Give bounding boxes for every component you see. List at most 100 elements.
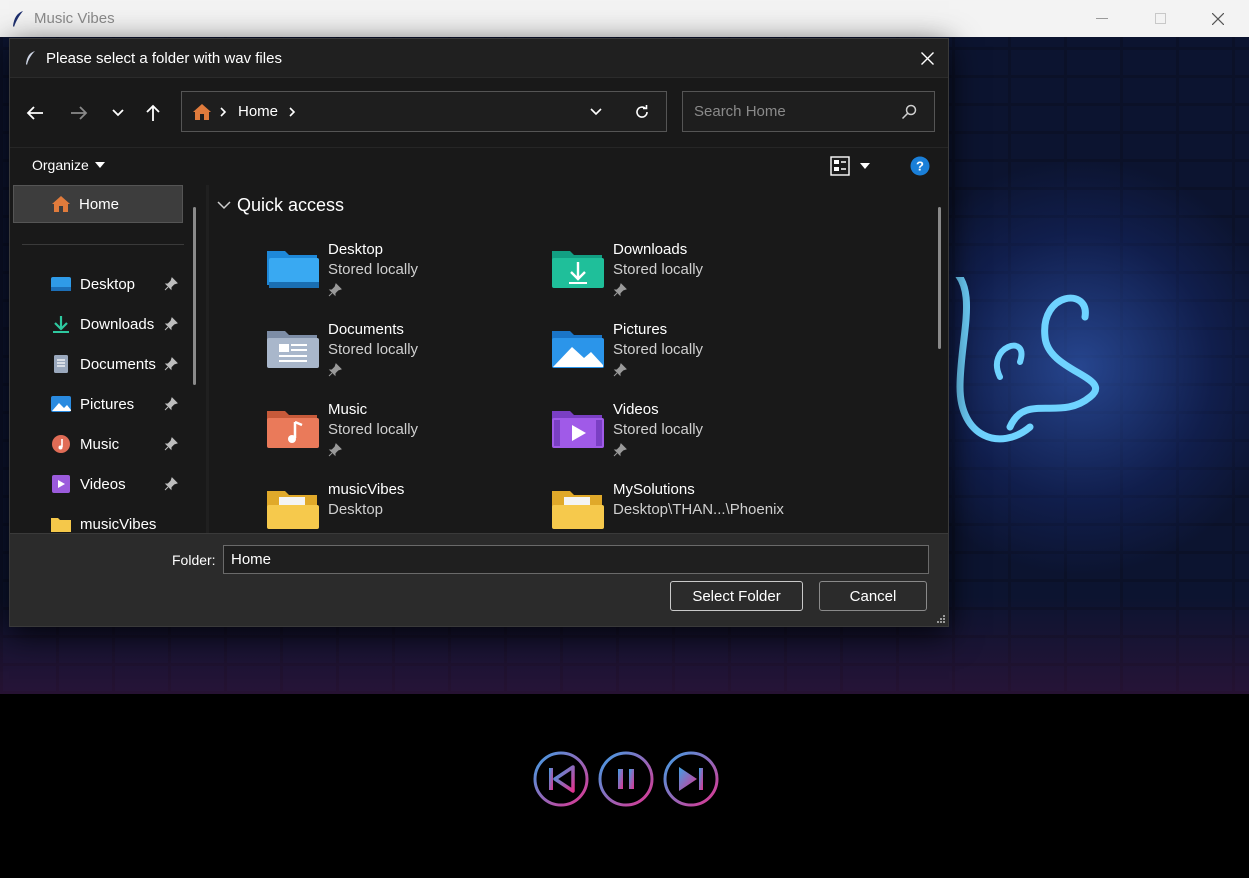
arrow-up-icon bbox=[146, 104, 160, 121]
resize-grip-icon[interactable] bbox=[936, 614, 946, 624]
cancel-button[interactable]: Cancel bbox=[819, 581, 927, 611]
forward-button[interactable] bbox=[64, 98, 94, 128]
back-button[interactable] bbox=[20, 98, 50, 128]
sidebar-item-label: Documents bbox=[80, 355, 156, 373]
sidebar-item-videos[interactable]: Videos bbox=[50, 469, 190, 499]
item-name: Videos bbox=[613, 401, 659, 418]
address-bar[interactable]: Home bbox=[181, 91, 667, 132]
music-icon bbox=[52, 435, 70, 453]
downloads-folder-icon bbox=[552, 251, 604, 288]
breadcrumb-home[interactable]: Home bbox=[238, 103, 278, 120]
arrow-right-icon bbox=[71, 106, 88, 120]
maximize-icon bbox=[1154, 13, 1166, 24]
previous-icon bbox=[533, 751, 589, 807]
sidebar-item-label: Pictures bbox=[80, 395, 135, 413]
organize-menu[interactable]: Organize bbox=[32, 157, 105, 173]
quick-access-item-music[interactable]: Music Stored locally bbox=[265, 395, 545, 465]
sidebar-item-label: Music bbox=[80, 435, 120, 453]
item-name: Documents bbox=[328, 321, 404, 338]
previous-button[interactable] bbox=[532, 750, 590, 808]
close-app-button[interactable] bbox=[1189, 0, 1247, 37]
sidebar-item-label: Downloads bbox=[80, 315, 155, 333]
sidebar-item-pictures[interactable]: Pictures bbox=[50, 389, 190, 419]
minimize-icon bbox=[1096, 17, 1108, 19]
quick-access-item-desktop[interactable]: Desktop Stored locally bbox=[265, 235, 545, 305]
sidebar-item-home[interactable]: Home bbox=[13, 185, 183, 223]
dialog-titlebar: Please select a folder with wav files bbox=[10, 39, 948, 77]
quick-access-heading: Quick access bbox=[237, 195, 345, 215]
search-icon bbox=[901, 104, 917, 120]
refresh-icon[interactable] bbox=[634, 104, 650, 120]
pin-icon bbox=[164, 477, 178, 491]
close-icon bbox=[1212, 12, 1224, 25]
feather-icon bbox=[26, 51, 35, 65]
item-name: Pictures bbox=[613, 321, 668, 338]
item-name: musicVibes bbox=[328, 481, 405, 498]
view-options-button[interactable] bbox=[830, 156, 870, 176]
help-button[interactable]: ? bbox=[910, 156, 930, 181]
content-scrollbar[interactable] bbox=[938, 207, 941, 349]
sidebar-item-label: musicVibes bbox=[80, 515, 157, 533]
item-location: Stored locally bbox=[328, 421, 419, 438]
documents-folder-icon bbox=[267, 331, 319, 368]
up-button[interactable] bbox=[138, 98, 168, 128]
pin-icon bbox=[164, 437, 178, 451]
sidebar-scrollbar[interactable] bbox=[193, 207, 196, 385]
documents-icon bbox=[54, 355, 68, 373]
address-history-chevron-icon[interactable] bbox=[590, 108, 602, 116]
chevron-right-icon[interactable] bbox=[289, 106, 296, 117]
pin-icon bbox=[164, 317, 178, 331]
close-icon bbox=[920, 51, 934, 65]
home-icon bbox=[193, 103, 211, 120]
quick-access-item-documents[interactable]: Documents Stored locally bbox=[265, 315, 545, 385]
quick-access-item-pictures[interactable]: Pictures Stored locally bbox=[550, 315, 830, 385]
pin-icon bbox=[328, 443, 342, 457]
music-vibes-window: Music Vibes Please select a folder with … bbox=[0, 0, 1249, 878]
chevron-down-icon bbox=[112, 109, 124, 117]
pictures-icon bbox=[51, 396, 71, 412]
pin-icon bbox=[164, 277, 178, 291]
next-button[interactable] bbox=[662, 750, 720, 808]
minimize-button[interactable] bbox=[1073, 0, 1131, 37]
quick-access-item-mysolutions[interactable]: MySolutions Desktop\THAN...\Phoenix bbox=[550, 475, 830, 533]
quick-access-header[interactable]: Quick access bbox=[217, 195, 344, 216]
neon-logo bbox=[955, 277, 1100, 443]
item-name: Downloads bbox=[613, 241, 688, 258]
folder-icon bbox=[51, 518, 71, 532]
pause-button[interactable] bbox=[597, 750, 655, 808]
maximize-button[interactable] bbox=[1131, 0, 1189, 37]
pictures-folder-icon bbox=[552, 331, 604, 368]
select-folder-button[interactable]: Select Folder bbox=[670, 581, 803, 611]
quick-access-item-musicvibes[interactable]: musicVibes Desktop bbox=[265, 475, 545, 533]
folder-icon bbox=[552, 491, 604, 529]
folder-input[interactable]: Home bbox=[223, 545, 929, 574]
dialog-close-button[interactable] bbox=[912, 43, 942, 73]
sidebar-item-documents[interactable]: Documents bbox=[50, 349, 190, 379]
dropdown-caret-icon bbox=[860, 163, 870, 169]
item-name: Music bbox=[328, 401, 368, 418]
navigation-pane: Home Desktop Downloads Documents Picture… bbox=[10, 185, 206, 533]
folder-icon bbox=[267, 491, 319, 529]
sidebar-item-label: Videos bbox=[80, 475, 126, 493]
quick-access-item-videos[interactable]: Videos Stored locally bbox=[550, 395, 830, 465]
item-location: Desktop\THAN...\Phoenix bbox=[613, 501, 784, 518]
sidebar-item-downloads[interactable]: Downloads bbox=[50, 309, 190, 339]
quick-access-item-downloads[interactable]: Downloads Stored locally bbox=[550, 235, 830, 305]
pin-icon bbox=[164, 357, 178, 371]
chevron-down-icon bbox=[217, 201, 231, 210]
item-location: Stored locally bbox=[328, 341, 419, 358]
item-location: Stored locally bbox=[613, 421, 704, 438]
pin-icon bbox=[164, 397, 178, 411]
search-input[interactable]: Search Home bbox=[682, 91, 935, 132]
recent-locations-button[interactable] bbox=[103, 98, 133, 128]
pin-icon bbox=[328, 283, 342, 297]
sidebar-item-label: Home bbox=[79, 195, 120, 213]
command-bar: Organize ? bbox=[10, 147, 948, 185]
sidebar-item-music[interactable]: Music bbox=[50, 429, 190, 459]
pin-icon bbox=[613, 443, 627, 457]
sidebar-item-desktop[interactable]: Desktop bbox=[50, 269, 190, 299]
pin-icon bbox=[328, 363, 342, 377]
sidebar-item-musicvibes[interactable]: musicVibes bbox=[50, 509, 190, 533]
sidebar-divider bbox=[22, 244, 184, 245]
item-name: Desktop bbox=[328, 241, 384, 258]
